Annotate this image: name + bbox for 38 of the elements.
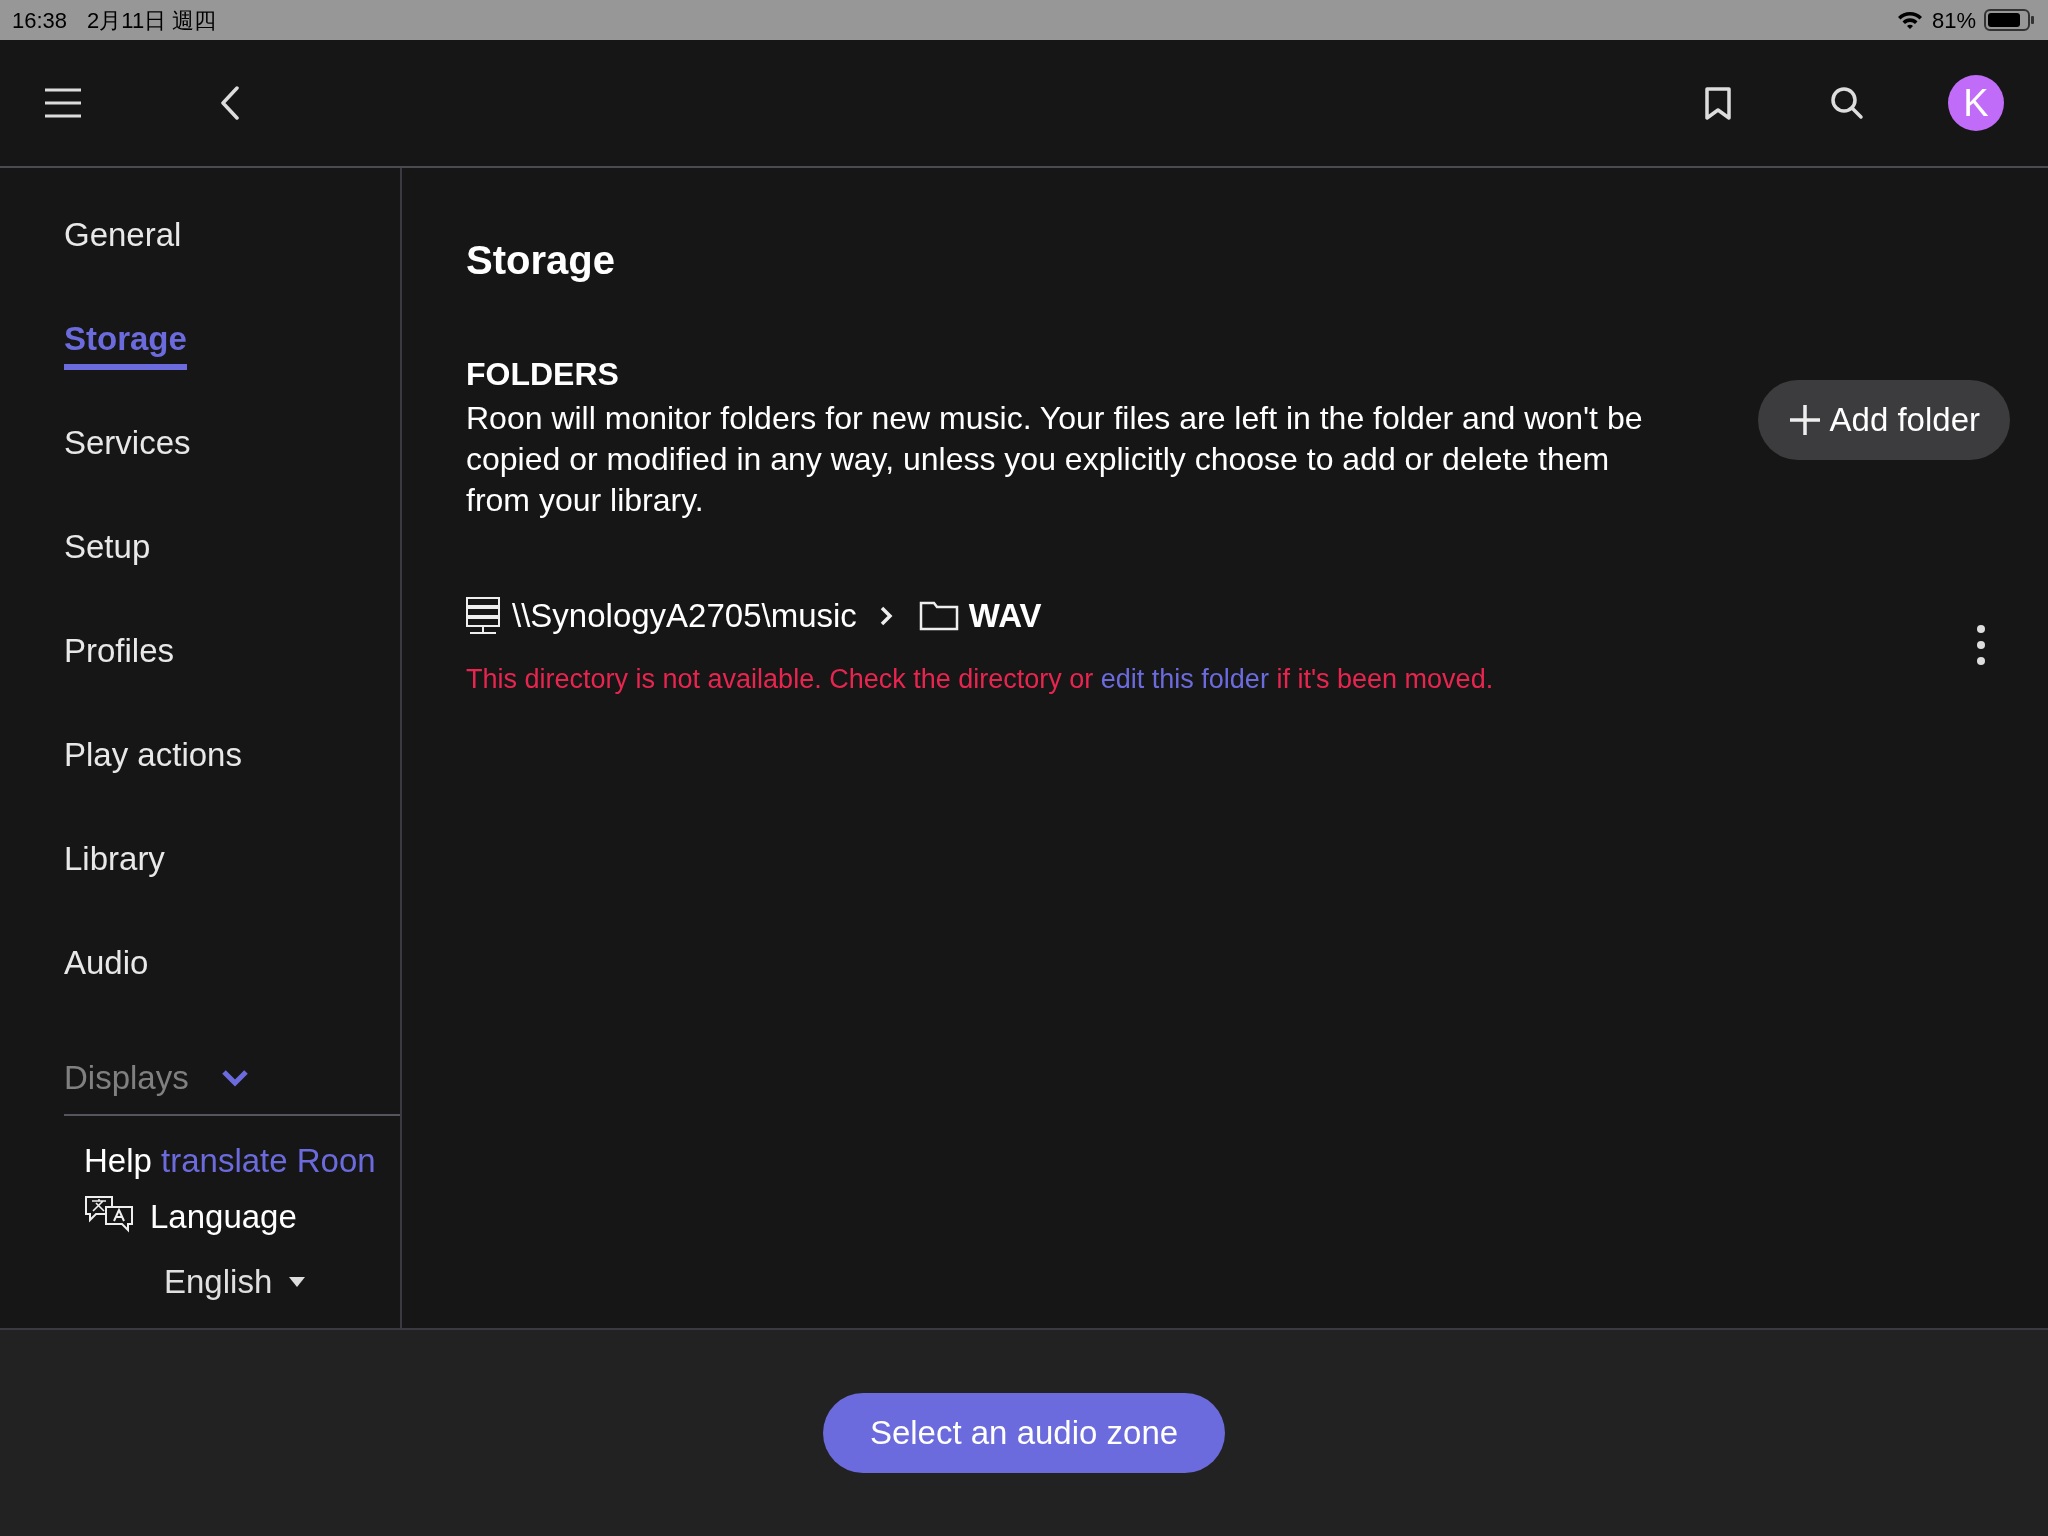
error-message: if it's been moved. [1276,663,1494,694]
battery-percent: 81% [1931,6,1976,35]
chevron-icon[interactable] [220,1069,249,1087]
sidebar-item[interactable]: Setup [64,522,151,572]
section-description: Roon will monitor folders for new music. Your files are left in the folder and won't be copied or modified in any way, unless you explicitly choose to add or delete them from your library. [466,399,1644,520]
sidebar-item[interactable]: Storage [64,314,187,370]
status-time: 16:38 [12,6,68,35]
more-options-icon[interactable] [1976,624,1986,666]
chevron-right-icon [878,604,893,627]
menu-icon[interactable] [44,87,82,119]
sidebar-section[interactable]: Displays [64,1053,189,1103]
error-message: This directory is not available. Check the directory or [466,663,1094,694]
bookmark-icon[interactable] [1704,86,1732,120]
server-icon [466,596,500,635]
sidebar-item[interactable]: Audio [64,938,149,988]
sidebar-item[interactable]: General [64,210,182,260]
caret-icon [288,1275,307,1288]
sidebar-item[interactable]: Library [64,834,165,884]
section-heading: FOLDERS [466,355,620,394]
back-icon[interactable] [220,86,240,120]
select-zone-button[interactable]: Select an audio zone [823,1393,1225,1473]
translate-link[interactable]: translate Roon [161,1142,376,1179]
page-title: Storage [466,237,616,284]
language-dropdown[interactable]: English [164,1257,307,1307]
sidebar-item[interactable]: Services [64,418,191,468]
plus-icon [1787,403,1822,437]
sidebar-item[interactable]: Profiles [64,626,175,676]
edit-folder-link[interactable]: edit this folder [1100,663,1269,694]
status-date: 2月11日 週四 [87,6,217,35]
folder-name: WAV [968,596,1042,636]
sidebar-item[interactable]: Play actions [64,730,242,780]
add-folder-button[interactable]: Add folder [1757,380,2010,460]
server-path: \\SynologyA2705\music [512,596,857,636]
battery-icon [1984,8,2036,32]
language-label: Language [150,1196,297,1237]
search-icon[interactable] [1830,86,1864,120]
folder-icon [918,600,959,631]
help-text: Help [84,1142,152,1179]
